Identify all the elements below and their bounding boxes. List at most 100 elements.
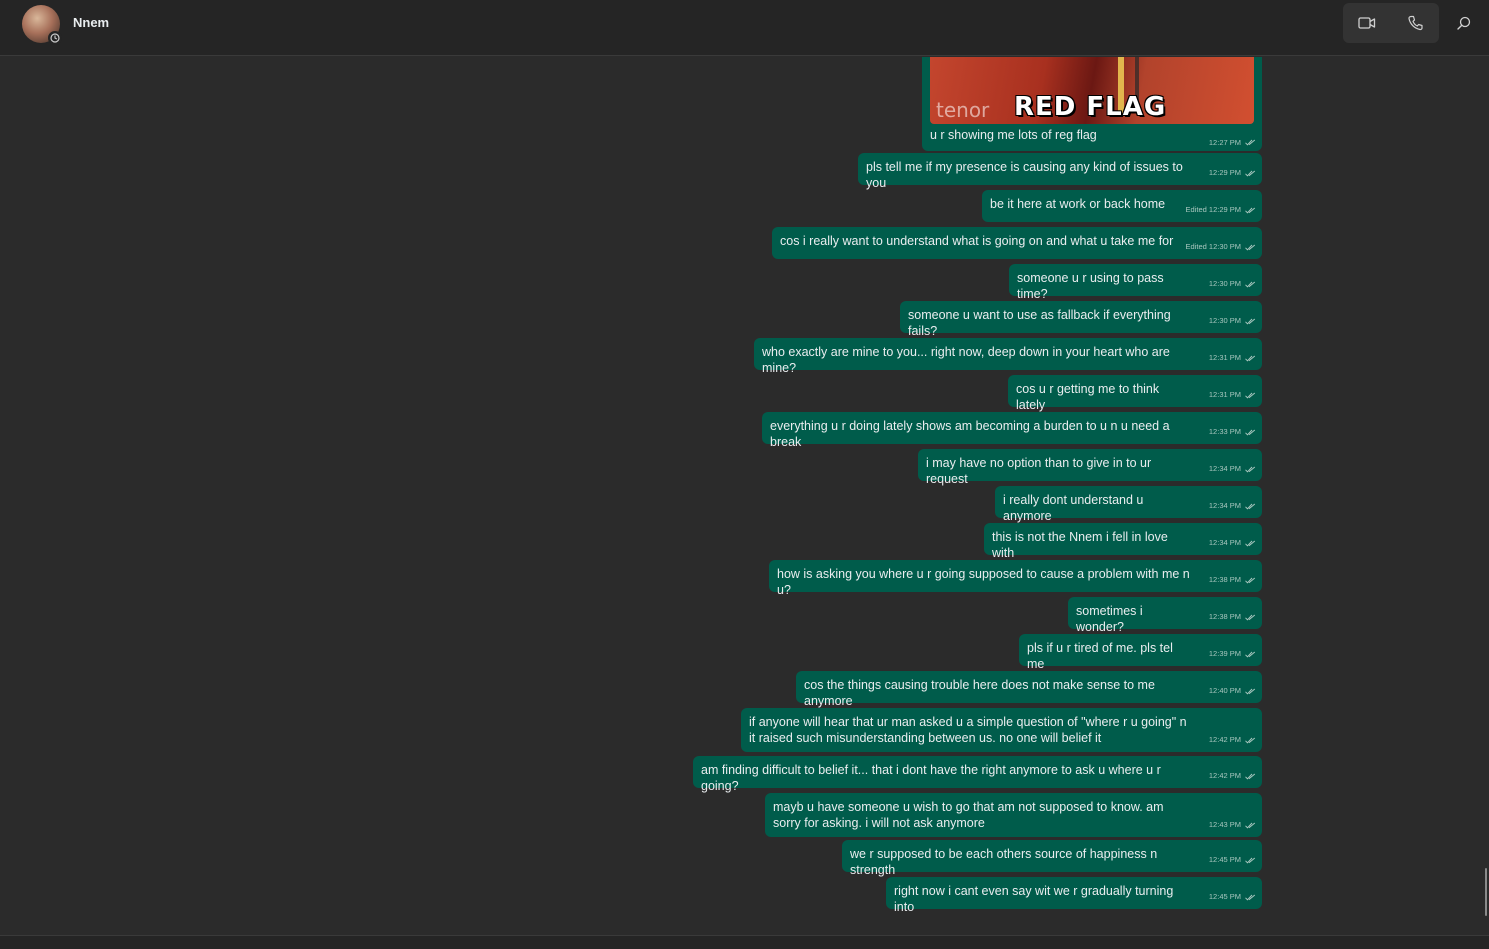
message-bubble[interactable]: someone u r using to pass time? 12:30 PM [1009, 264, 1262, 301]
message-time: 12:39 PM [1208, 649, 1241, 658]
double-check-icon [1245, 773, 1256, 780]
double-check-icon [1245, 651, 1256, 658]
message-text: i may have no option than to give in to … [926, 456, 1152, 486]
contact-name[interactable]: Nnem [73, 15, 109, 30]
message-time: 12:45 PM [1208, 892, 1241, 901]
double-check-icon [1245, 281, 1256, 288]
message-list[interactable]: tenor RED FLAG u r showing me lots of re… [0, 57, 1489, 935]
message-bubble[interactable]: be it here at work or back home Edited 12… [982, 190, 1262, 222]
message-text: how is asking you where u r going suppos… [777, 567, 1190, 597]
message-time: 12:27 PM [1208, 138, 1241, 147]
double-check-icon [1245, 170, 1256, 177]
message-text: i really dont understand u anymore [1003, 493, 1144, 523]
message-meta: 12:38 PM [1209, 609, 1256, 625]
video-camera-icon [1358, 17, 1376, 29]
search-icon [1457, 16, 1471, 30]
message-meta: 12:45 PM [1209, 889, 1256, 905]
message-composer[interactable] [0, 935, 1489, 949]
message-time: 12:42 PM [1208, 735, 1241, 744]
message-bubble[interactable]: someone u want to use as fallback if eve… [900, 301, 1262, 338]
message-text: be it here at work or back home [990, 197, 1166, 211]
message-bubble[interactable]: cos the things causing trouble here does… [796, 671, 1262, 708]
message-text: someone u r using to pass time? [1017, 271, 1164, 301]
message-text: cos u r getting me to think lately [1016, 382, 1160, 412]
message-time: 12:38 PM [1208, 612, 1241, 621]
scrollbar[interactable] [1485, 868, 1487, 916]
call-button-group [1343, 3, 1439, 43]
message-text: pls if u r tired of me. pls tel me [1027, 641, 1173, 671]
message-meta: 12:45 PM [1209, 852, 1256, 868]
search-button[interactable] [1450, 8, 1478, 38]
double-check-icon [1245, 577, 1256, 584]
message-meta: Edited 12:29 PM [1186, 202, 1256, 218]
double-check-icon [1245, 392, 1256, 399]
message-meta: 12:39 PM [1209, 646, 1256, 662]
message-meta: 12:30 PM [1209, 276, 1256, 292]
message-bubble[interactable]: this is not the Nnem i fell in love with… [984, 523, 1262, 560]
message-meta: 12:34 PM [1209, 498, 1256, 514]
gif-message[interactable]: tenor RED FLAG u r showing me lots of re… [922, 57, 1262, 151]
double-check-icon [1245, 688, 1256, 695]
message-time: Edited 12:30 PM [1185, 242, 1241, 251]
gif-brand: tenor [936, 98, 990, 122]
double-check-icon [1245, 540, 1256, 547]
message-text: who exactly are mine to you... right now… [762, 345, 1170, 375]
voice-call-button[interactable] [1391, 3, 1439, 43]
message-meta: 12:38 PM [1209, 572, 1256, 588]
message-meta: 12:42 PM [1209, 732, 1256, 748]
message-time: 12:34 PM [1208, 464, 1241, 473]
message-bubble[interactable]: who exactly are mine to you... right now… [754, 338, 1262, 375]
message-bubble[interactable]: pls if u r tired of me. pls tel me 12:39 … [1019, 634, 1262, 671]
double-check-icon [1245, 857, 1256, 864]
message-text: someone u want to use as fallback if eve… [908, 308, 1171, 338]
message-bubble[interactable]: mayb u have someone u wish to go that am… [765, 793, 1262, 837]
message-meta: 12:42 PM [1209, 768, 1256, 784]
double-check-icon [1245, 244, 1256, 251]
message-bubble[interactable]: cos u r getting me to think lately 12:31 … [1008, 375, 1262, 412]
message-text: this is not the Nnem i fell in love with [992, 530, 1168, 560]
gif-image[interactable]: tenor RED FLAG [930, 57, 1254, 124]
message-bubble[interactable]: am finding difficult to belief it... tha… [693, 756, 1262, 793]
message-meta: 12:43 PM [1209, 817, 1256, 833]
double-check-icon [1245, 466, 1256, 473]
message-text: right now i cant even say wit we r gradu… [894, 884, 1174, 914]
message-meta: 12:31 PM [1209, 350, 1256, 366]
message-bubble[interactable]: sometimes i wonder? 12:38 PM [1068, 597, 1262, 634]
double-check-icon [1245, 139, 1256, 146]
message-time: 12:43 PM [1208, 820, 1241, 829]
message-time: 12:45 PM [1208, 855, 1241, 864]
chat-header: Nnem [0, 0, 1489, 56]
message-time: 12:30 PM [1208, 316, 1241, 325]
message-text: cos the things causing trouble here does… [804, 678, 1155, 708]
message-meta: 12:31 PM [1209, 387, 1256, 403]
message-bubble[interactable]: we r supposed to be each others source o… [842, 840, 1262, 877]
double-check-icon [1245, 207, 1256, 214]
message-text: everything u r doing lately shows am bec… [770, 419, 1170, 449]
chat-window: Nnem tenor RED FLAG u r showing me lots … [0, 0, 1489, 949]
message-text: u r showing me lots of reg flag [930, 128, 1097, 142]
message-bubble[interactable]: cos i really want to understand what is … [772, 227, 1262, 259]
double-check-icon [1245, 503, 1256, 510]
message-time: 12:30 PM [1208, 279, 1241, 288]
double-check-icon [1245, 614, 1256, 621]
message-time: 12:42 PM [1208, 771, 1241, 780]
double-check-icon [1245, 894, 1256, 901]
message-bubble[interactable]: if anyone will hear that ur man asked u … [741, 708, 1262, 752]
message-bubble[interactable]: i really dont understand u anymore 12:34 … [995, 486, 1262, 523]
message-bubble[interactable]: how is asking you where u r going suppos… [769, 560, 1262, 597]
message-time: 12:29 PM [1208, 168, 1241, 177]
message-bubble[interactable]: right now i cant even say wit we r gradu… [886, 877, 1262, 914]
message-meta: Edited 12:30 PM [1186, 239, 1256, 255]
message-bubble[interactable]: i may have no option than to give in to … [918, 449, 1262, 486]
message-time: 12:38 PM [1208, 575, 1241, 584]
double-check-icon [1245, 318, 1256, 325]
gif-overlay-text: RED FLAG [1014, 92, 1167, 122]
message-bubble[interactable]: everything u r doing lately shows am bec… [762, 412, 1262, 449]
message-time: 12:34 PM [1208, 538, 1241, 547]
message-meta: 12:27 PM [1209, 138, 1256, 147]
message-bubble[interactable]: pls tell me if my presence is causing an… [858, 153, 1262, 190]
message-text: pls tell me if my presence is causing an… [866, 160, 1183, 190]
double-check-icon [1245, 429, 1256, 436]
message-meta: 12:33 PM [1209, 424, 1256, 440]
video-call-button[interactable] [1343, 3, 1391, 43]
